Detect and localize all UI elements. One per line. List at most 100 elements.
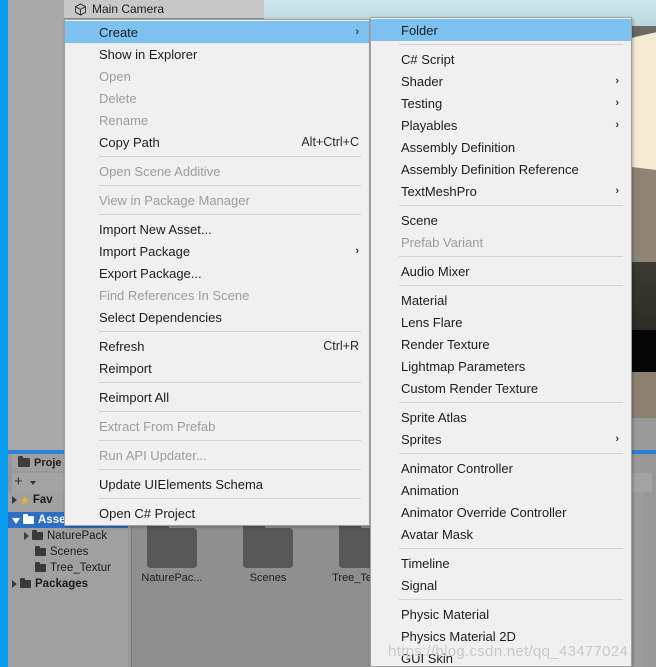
menu-item-label: Run API Updater... (99, 447, 207, 463)
submenu-item-testing[interactable]: Testing › (371, 92, 631, 114)
menu-item-rename: Rename (65, 109, 369, 131)
menu-item-import-package[interactable]: Import Package › (65, 240, 369, 262)
asset-label: NaturePac... (141, 572, 203, 584)
submenu-item-gui-skin[interactable]: GUI Skin (371, 647, 631, 666)
context-menu[interactable]: Create › Show in Explorer Open Delete Rename C… (64, 19, 370, 526)
chevron-right-icon[interactable] (12, 580, 17, 588)
chevron-right-icon: › (615, 433, 619, 445)
submenu-item-audio-mixer[interactable]: Audio Mixer (371, 260, 631, 282)
submenu-item-label: Sprite Atlas (401, 409, 467, 425)
submenu-item-assembly-definition-reference[interactable]: Assembly Definition Reference (371, 158, 631, 180)
submenu-item-material[interactable]: Material (371, 289, 631, 311)
submenu-item-label: Sprites (401, 431, 442, 447)
submenu-separator (399, 205, 623, 206)
submenu-item-playables[interactable]: Playables › (371, 114, 631, 136)
submenu-item-label: Scene (401, 212, 438, 228)
folder-icon (243, 522, 293, 568)
menu-item-shortcut: Alt+Ctrl+C (301, 135, 359, 149)
menu-item-label: Select Dependencies (99, 309, 222, 325)
submenu-item-sprite-atlas[interactable]: Sprite Atlas (371, 406, 631, 428)
menu-item-reimport[interactable]: Reimport (65, 357, 369, 379)
submenu-item-textmeshpro[interactable]: TextMeshPro › (371, 180, 631, 202)
submenu-item-animation[interactable]: Animation (371, 479, 631, 501)
submenu-item-physic-material[interactable]: Physic Material (371, 603, 631, 625)
tree-item-tree-textures[interactable]: Tree_Textur (8, 560, 128, 576)
hierarchy-object-label: Main Camera (92, 2, 165, 16)
submenu-item-render-texture[interactable]: Render Texture (371, 333, 631, 355)
submenu-item-lens-flare[interactable]: Lens Flare (371, 311, 631, 333)
submenu-item-animator-override-controller[interactable]: Animator Override Controller (371, 501, 631, 523)
menu-item-delete: Delete (65, 87, 369, 109)
submenu-item-animator-controller[interactable]: Animator Controller (371, 457, 631, 479)
menu-item-reimport-all[interactable]: Reimport All (65, 386, 369, 408)
folder-icon (147, 522, 197, 568)
menu-item-label: Import Package (99, 243, 191, 259)
menu-item-import-new-asset[interactable]: Import New Asset... (65, 218, 369, 240)
menu-item-label: Reimport (99, 360, 152, 376)
menu-item-label: Open (99, 68, 131, 84)
tree-item-naturepack[interactable]: NaturePack (8, 528, 128, 544)
submenu-item-label: Testing (401, 95, 443, 111)
menu-item-label: Open Scene Additive (99, 163, 221, 179)
submenu-item-custom-render-texture[interactable]: Custom Render Texture (371, 377, 631, 399)
submenu-item-label: Physics Material 2D (401, 628, 516, 644)
chevron-right-icon: › (615, 119, 619, 131)
submenu-item-assembly-definition[interactable]: Assembly Definition (371, 136, 631, 158)
chevron-right-icon: › (615, 185, 619, 197)
menu-separator (99, 498, 361, 499)
add-asset-button[interactable]: + (14, 474, 23, 490)
submenu-item-folder[interactable]: Folder (371, 19, 631, 41)
submenu-item-signal[interactable]: Signal (371, 574, 631, 596)
hierarchy-selected-object-row[interactable]: Main Camera (64, 0, 264, 19)
submenu-item-label: Lens Flare (401, 314, 463, 330)
submenu-item-label: Animator Override Controller (401, 504, 567, 520)
submenu-item-c-script[interactable]: C# Script (371, 48, 631, 70)
menu-separator (99, 156, 361, 157)
asset-item[interactable]: NaturePac... (140, 522, 204, 584)
menu-item-create[interactable]: Create › (65, 21, 369, 43)
menu-item-refresh[interactable]: Refresh Ctrl+R (65, 335, 369, 357)
submenu-separator (399, 402, 623, 403)
asset-grid: NaturePac... Scenes Tree_Textu... (140, 522, 396, 584)
menu-item-label: Export Package... (99, 265, 202, 281)
submenu-item-label: Animation (401, 482, 459, 498)
submenu-item-label: Folder (401, 22, 438, 38)
chevron-right-icon[interactable] (24, 532, 29, 540)
asset-item[interactable]: Scenes (236, 522, 300, 584)
create-submenu[interactable]: Folder C# Script Shader › Testing › Playables ›… (370, 17, 632, 667)
menu-item-select-dependencies[interactable]: Select Dependencies (65, 306, 369, 328)
menu-item-update-uielements-schema[interactable]: Update UIElements Schema (65, 473, 369, 495)
menu-item-copy-path[interactable]: Copy Path Alt+Ctrl+C (65, 131, 369, 153)
menu-item-open-c-project[interactable]: Open C# Project (65, 502, 369, 524)
submenu-item-shader[interactable]: Shader › (371, 70, 631, 92)
menu-item-label: Show in Explorer (99, 46, 198, 62)
submenu-item-prefab-variant: Prefab Variant (371, 231, 631, 253)
tree-item-packages[interactable]: Packages (8, 576, 128, 592)
folder-open-icon (23, 514, 34, 524)
tree-item-scenes[interactable]: Scenes (8, 544, 128, 560)
chevron-down-icon[interactable] (30, 481, 36, 485)
chevron-down-icon[interactable] (12, 518, 20, 524)
submenu-item-avatar-mask[interactable]: Avatar Mask (371, 523, 631, 545)
project-tab-label: Proje (34, 456, 62, 469)
menu-item-show-in-explorer[interactable]: Show in Explorer (65, 43, 369, 65)
tree-item-label: NaturePack (47, 530, 108, 542)
submenu-item-sprites[interactable]: Sprites › (371, 428, 631, 450)
submenu-item-scene[interactable]: Scene (371, 209, 631, 231)
menu-item-open: Open (65, 65, 369, 87)
folder-icon (32, 530, 43, 540)
tree-item-label: Tree_Textur (50, 562, 111, 574)
submenu-item-physics-material-2d[interactable]: Physics Material 2D (371, 625, 631, 647)
submenu-item-label: Custom Render Texture (401, 380, 539, 396)
submenu-item-timeline[interactable]: Timeline (371, 552, 631, 574)
menu-item-shortcut: Ctrl+R (323, 339, 359, 353)
menu-item-export-package[interactable]: Export Package... (65, 262, 369, 284)
tab-project[interactable]: Proje (12, 454, 68, 471)
chevron-right-icon[interactable] (12, 496, 17, 504)
menu-item-label: Refresh (99, 338, 145, 354)
submenu-separator (399, 44, 623, 45)
menu-item-label: Create (99, 24, 139, 40)
submenu-item-lightmap-parameters[interactable]: Lightmap Parameters (371, 355, 631, 377)
folder-icon (20, 578, 31, 588)
menu-item-label: Find References In Scene (99, 287, 250, 303)
